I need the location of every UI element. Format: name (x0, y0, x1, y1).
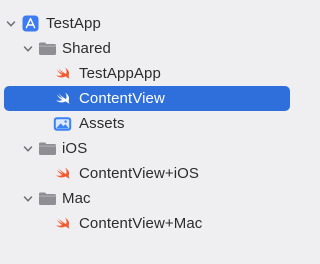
chevron-down-icon[interactable] (4, 11, 18, 36)
tree-row-assets[interactable]: Assets (0, 111, 299, 136)
tree-item-label: ContentView+iOS (79, 165, 200, 182)
folder-icon (38, 36, 57, 61)
tree-item-label: Assets (79, 115, 125, 132)
tree-item-label: Mac (62, 190, 91, 207)
tree-row-mac[interactable]: Mac (0, 186, 299, 211)
tree-item-label: Shared (62, 40, 111, 57)
tree-item-label: TestAppApp (79, 65, 161, 82)
project-navigator: TestApp Shared TestAppApp ContentView As… (0, 0, 299, 264)
tree-row-contentview-ios[interactable]: ContentView+iOS (0, 161, 299, 186)
folder-icon (38, 186, 57, 211)
swift-file-icon (55, 211, 71, 236)
xcode-project-icon (22, 11, 39, 36)
tree-item-label: ContentView+Mac (79, 215, 203, 232)
chevron-down-icon[interactable] (21, 186, 35, 211)
tree-row-ios[interactable]: iOS (0, 136, 299, 161)
tree-row-contentview-mac[interactable]: ContentView+Mac (0, 211, 299, 236)
tree-row-testapp[interactable]: TestApp (0, 11, 299, 36)
swift-file-icon (55, 61, 71, 86)
chevron-down-icon[interactable] (21, 36, 35, 61)
tree-row-testappapp[interactable]: TestAppApp (0, 61, 299, 86)
tree-item-label: iOS (62, 140, 88, 157)
tree-item-label: TestApp (46, 15, 101, 32)
folder-icon (38, 136, 57, 161)
tree-item-label: ContentView (79, 90, 165, 107)
asset-catalog-icon (53, 111, 72, 136)
swift-file-icon (55, 86, 71, 111)
chevron-down-icon[interactable] (21, 136, 35, 161)
swift-file-icon (55, 161, 71, 186)
tree-row-contentview[interactable]: ContentView (0, 86, 299, 111)
tree-row-shared[interactable]: Shared (0, 36, 299, 61)
